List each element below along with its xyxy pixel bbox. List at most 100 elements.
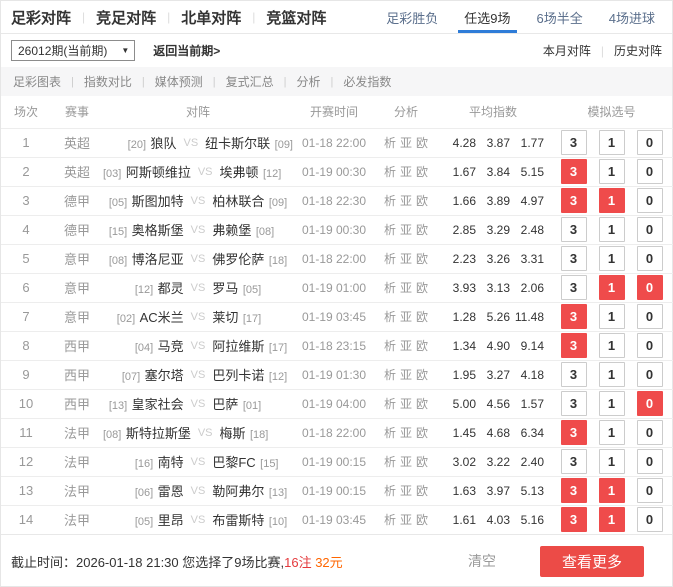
main-tab-2[interactable]: 北单对阵 — [181, 7, 241, 28]
away-team[interactable]: 布雷斯特 — [212, 513, 264, 528]
main-tab-3[interactable]: 竞篮对阵 — [266, 7, 326, 28]
analysis-link[interactable]: 析 — [384, 513, 396, 527]
pick-button-1[interactable]: 1 — [598, 362, 625, 387]
european-odds-link[interactable]: 欧 — [416, 513, 428, 527]
analysis-link[interactable]: 析 — [384, 252, 396, 266]
home-team[interactable]: 里昂 — [158, 513, 184, 528]
pick-button-3[interactable]: 3 — [560, 304, 587, 329]
analysis-link[interactable]: 析 — [384, 397, 396, 411]
away-team[interactable]: 莱切 — [212, 310, 238, 325]
pick-button-1[interactable]: 1 — [598, 420, 625, 445]
european-odds-link[interactable]: 欧 — [416, 223, 428, 237]
away-team[interactable]: 阿拉维斯 — [212, 339, 264, 354]
pick-button-0[interactable]: 0 — [636, 304, 663, 329]
european-odds-link[interactable]: 欧 — [416, 368, 428, 382]
analysis-link[interactable]: 析 — [384, 223, 396, 237]
asian-odds-link[interactable]: 亚 — [400, 455, 412, 469]
sub-nav-item-3[interactable]: 复式汇总 — [226, 73, 274, 90]
asian-odds-link[interactable]: 亚 — [400, 397, 412, 411]
european-odds-link[interactable]: 欧 — [416, 426, 428, 440]
analysis-link[interactable]: 析 — [384, 194, 396, 208]
analysis-link[interactable]: 析 — [384, 136, 396, 150]
pick-button-0[interactable]: 0 — [636, 159, 663, 184]
analysis-link[interactable]: 析 — [384, 310, 396, 324]
european-odds-link[interactable]: 欧 — [416, 397, 428, 411]
european-odds-link[interactable]: 欧 — [416, 339, 428, 353]
pick-button-3[interactable]: 3 — [560, 275, 587, 300]
home-team[interactable]: 斯图加特 — [132, 194, 184, 209]
pick-button-1[interactable]: 1 — [598, 391, 625, 416]
analysis-link[interactable]: 析 — [384, 455, 396, 469]
away-team[interactable]: 巴列卡诺 — [212, 368, 264, 383]
pick-button-1[interactable]: 1 — [598, 159, 625, 184]
home-team[interactable]: 奥格斯堡 — [132, 223, 184, 238]
play-type-tab-3[interactable]: 4场进球 — [596, 1, 668, 33]
pick-button-0[interactable]: 0 — [636, 507, 663, 533]
asian-odds-link[interactable]: 亚 — [400, 281, 412, 295]
european-odds-link[interactable]: 欧 — [416, 165, 428, 179]
pick-button-1[interactable]: 1 — [598, 188, 625, 213]
pick-button-3[interactable]: 3 — [560, 188, 587, 213]
away-team[interactable]: 纽卡斯尔联 — [205, 136, 270, 151]
home-team[interactable]: AC米兰 — [140, 310, 184, 325]
analysis-link[interactable]: 析 — [384, 165, 396, 179]
pick-button-0[interactable]: 0 — [636, 478, 663, 503]
history-matches-link[interactable]: 历史对阵 — [614, 42, 662, 59]
home-team[interactable]: 马竞 — [158, 339, 184, 354]
home-team[interactable]: 皇家社会 — [132, 397, 184, 412]
asian-odds-link[interactable]: 亚 — [400, 426, 412, 440]
away-team[interactable]: 埃弗顿 — [220, 165, 259, 180]
pick-button-3[interactable]: 3 — [560, 507, 587, 533]
european-odds-link[interactable]: 欧 — [416, 252, 428, 266]
asian-odds-link[interactable]: 亚 — [400, 310, 412, 324]
home-team[interactable]: 塞尔塔 — [145, 368, 184, 383]
pick-button-1[interactable]: 1 — [598, 449, 625, 474]
pick-button-3[interactable]: 3 — [560, 130, 587, 155]
pick-button-3[interactable]: 3 — [560, 420, 587, 445]
pick-button-3[interactable]: 3 — [560, 246, 587, 271]
european-odds-link[interactable]: 欧 — [416, 484, 428, 498]
period-dropdown[interactable]: 26012期(当前期) ▼ — [11, 40, 136, 61]
main-tab-0[interactable]: 足彩对阵 — [11, 7, 71, 28]
home-team[interactable]: 阿斯顿维拉 — [126, 165, 191, 180]
back-to-current-period-link[interactable]: 返回当前期> — [153, 42, 220, 59]
asian-odds-link[interactable]: 亚 — [400, 194, 412, 208]
european-odds-link[interactable]: 欧 — [416, 310, 428, 324]
pick-button-1[interactable]: 1 — [598, 333, 625, 358]
pick-button-3[interactable]: 3 — [560, 217, 587, 242]
analysis-link[interactable]: 析 — [384, 339, 396, 353]
play-type-tab-1[interactable]: 任选9场 — [451, 1, 523, 33]
month-matches-link[interactable]: 本月对阵 — [543, 42, 591, 59]
sub-nav-item-4[interactable]: 分析 — [297, 73, 321, 90]
sub-nav-item-5[interactable]: 必发指数 — [343, 73, 391, 90]
asian-odds-link[interactable]: 亚 — [400, 136, 412, 150]
asian-odds-link[interactable]: 亚 — [400, 223, 412, 237]
asian-odds-link[interactable]: 亚 — [400, 339, 412, 353]
home-team[interactable]: 雷恩 — [158, 484, 184, 499]
pick-button-3[interactable]: 3 — [560, 362, 587, 387]
home-team[interactable]: 都灵 — [158, 281, 184, 296]
pick-button-0[interactable]: 0 — [636, 391, 663, 416]
asian-odds-link[interactable]: 亚 — [400, 252, 412, 266]
asian-odds-link[interactable]: 亚 — [400, 368, 412, 382]
sub-nav-item-1[interactable]: 指数对比 — [84, 73, 132, 90]
main-tab-1[interactable]: 竞足对阵 — [96, 7, 156, 28]
away-team[interactable]: 巴萨 — [212, 397, 238, 412]
pick-button-1[interactable]: 1 — [598, 130, 625, 155]
european-odds-link[interactable]: 欧 — [416, 194, 428, 208]
pick-button-3[interactable]: 3 — [560, 478, 587, 503]
pick-button-0[interactable]: 0 — [636, 130, 663, 155]
pick-button-3[interactable]: 3 — [560, 159, 587, 184]
home-team[interactable]: 狼队 — [150, 136, 176, 151]
pick-button-1[interactable]: 1 — [598, 275, 625, 300]
clear-button[interactable]: 清空 — [468, 551, 496, 571]
asian-odds-link[interactable]: 亚 — [400, 513, 412, 527]
away-team[interactable]: 巴黎FC — [212, 455, 255, 470]
asian-odds-link[interactable]: 亚 — [400, 484, 412, 498]
away-team[interactable]: 佛罗伦萨 — [212, 252, 264, 267]
pick-button-0[interactable]: 0 — [636, 217, 663, 242]
away-team[interactable]: 梅斯 — [220, 426, 246, 441]
pick-button-3[interactable]: 3 — [560, 449, 587, 474]
pick-button-0[interactable]: 0 — [636, 188, 663, 213]
pick-button-0[interactable]: 0 — [636, 420, 663, 445]
